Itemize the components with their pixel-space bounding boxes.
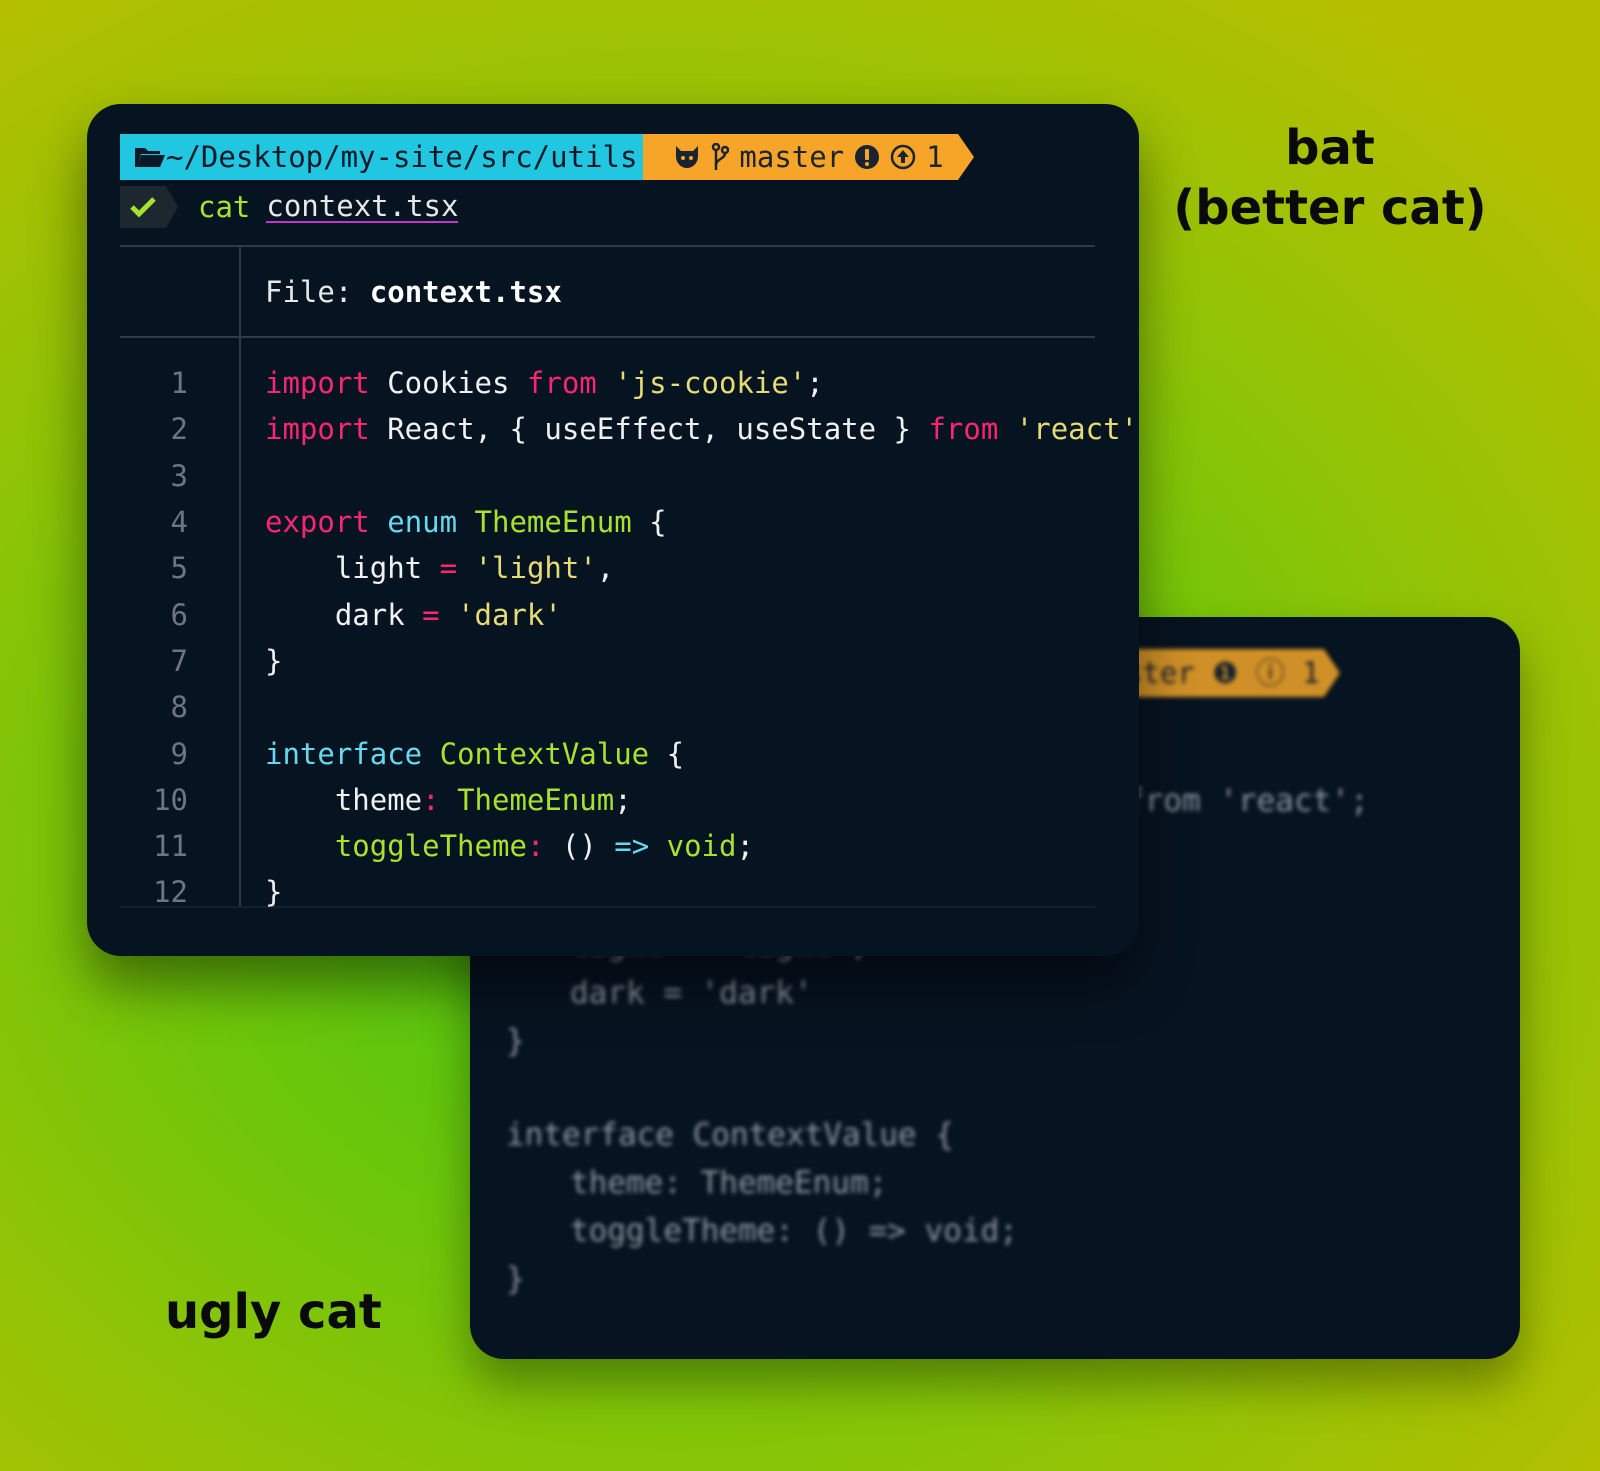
back-code-line: toggleTheme: () => void; [570,1213,1018,1249]
line-number: 5 [170,551,188,586]
line-number: 10 [153,782,188,817]
back-warning-icon: ❶ ⓘ [1212,656,1303,690]
folder-icon [134,145,166,169]
line-number: 6 [170,597,188,632]
code-line: 7 } [87,638,283,684]
check-icon [130,196,156,218]
header-top-divider [120,245,1095,247]
shell-prompt: ~/Desktop/my-site/src/utils master 1 [120,134,974,180]
file-label: File: [265,275,353,309]
code-line: 8 [87,684,190,730]
file-header: File: context.tsx [265,275,562,309]
code-line: 4 export enum ThemeEnum { [87,499,667,545]
back-code-line: } [506,1023,525,1059]
line-number: 1 [170,366,188,401]
code-line: 6 dark = 'dark' [87,591,562,637]
bat-terminal: ~/Desktop/my-site/src/utils master 1 cat… [87,104,1139,956]
header-gutter-divider [239,247,241,337]
header-bottom-divider [120,336,1095,338]
arrow-up-circle-icon [890,144,916,170]
ahead-count: 1 [926,140,944,174]
code-gutter-divider [239,338,241,908]
current-path: ~/Desktop/my-site/src/utils [166,140,638,174]
git-segment: master 1 [643,134,974,180]
bat-caption: bat (better cat) [1165,118,1495,238]
code-line: 2 import React, { useEffect, useState } … [87,406,1139,452]
ugly-cat-caption: ugly cat [165,1284,382,1340]
back-ahead-count: 1 [1302,656,1320,690]
command-line: cat context.tsx [120,184,459,230]
branch-name: master [739,140,845,174]
code-line: 3 [87,453,190,499]
line-number: 9 [170,736,188,771]
line-number: 3 [170,458,188,493]
line-number: 2 [170,412,188,447]
git-branch-icon [711,143,730,171]
path-segment: ~/Desktop/my-site/src/utils [120,134,660,180]
command-name: cat [198,190,251,224]
line-number: 7 [170,643,188,678]
back-code-line: interface ContextValue { [506,1117,954,1153]
line-number: 4 [170,505,188,540]
status-segment [120,186,178,228]
bat-caption-title: bat [1285,120,1375,176]
command-argument: context.tsx [266,189,459,223]
code-line: 1 import Cookies from 'js-cookie'; [87,360,824,406]
warning-icon [854,144,880,170]
line-number: 12 [153,875,188,910]
code-line: 9 interface ContextValue { [87,730,685,776]
back-code-line: } [506,1261,525,1297]
back-code-line: theme: ThemeEnum; [570,1165,888,1201]
code-view: 1 import Cookies from 'js-cookie'; 2 imp… [87,360,1139,916]
bat-caption-subtitle: (better cat) [1173,180,1487,236]
code-line: 5 light = 'light', [87,545,615,591]
github-icon [673,144,701,170]
back-code-line: dark = 'dark' [570,975,813,1011]
line-number: 8 [170,690,188,725]
code-line: 12 } [87,869,282,915]
line-number: 11 [153,829,188,864]
code-line: 11 toggleTheme: () => void; [87,823,754,869]
code-line: 10 theme: ThemeEnum; [87,777,632,823]
back-code-line: from 'react'; [1126,783,1369,819]
file-name: context.tsx [369,275,562,309]
